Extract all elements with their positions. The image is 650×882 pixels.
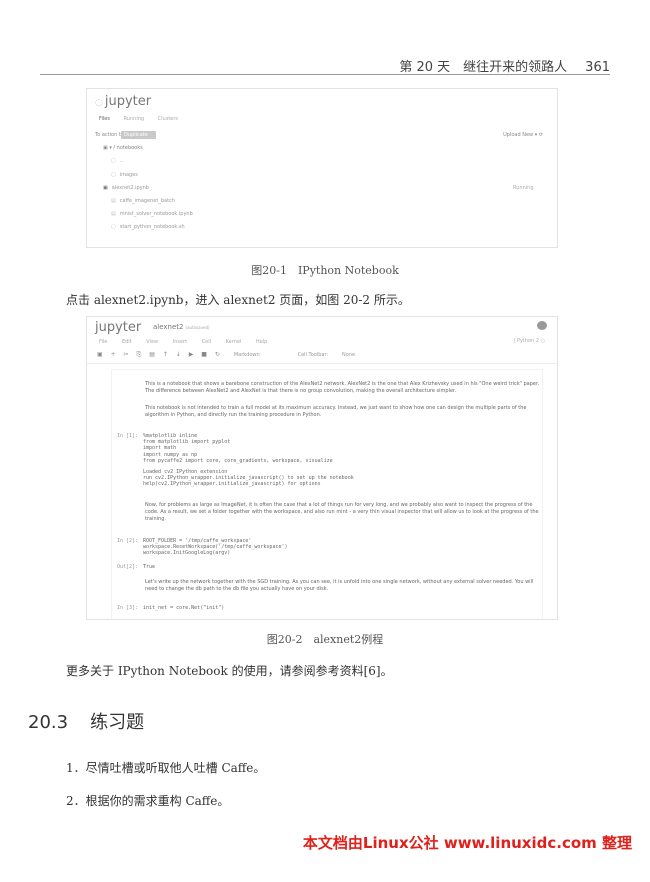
exercise-item: 1．尽情吐槽或听取他人吐槽 Caffe。 bbox=[66, 761, 266, 775]
file-name: alexnet2.ipynb bbox=[111, 185, 149, 191]
file-name: caffe_imagenet_batch bbox=[119, 198, 175, 204]
insert-cell-icon[interactable]: + bbox=[111, 351, 116, 358]
cell-prompt: In [1]: bbox=[117, 433, 139, 439]
file-icon: ▤ bbox=[111, 198, 116, 204]
cell-toolbar-select[interactable]: None bbox=[342, 352, 355, 358]
cell-output: True bbox=[143, 564, 156, 570]
tab-running[interactable]: Running bbox=[124, 116, 145, 122]
file-name: .. bbox=[119, 158, 123, 164]
menu-edit[interactable]: Edit bbox=[122, 339, 132, 345]
run-icon[interactable]: ▶ bbox=[189, 351, 194, 358]
markdown-cell[interactable]: Let's write up the network together with… bbox=[145, 579, 545, 593]
notebook-title[interactable]: alexnet2 (autosaved) bbox=[153, 323, 210, 331]
breadcrumb[interactable]: ▣ ▾ / notebooks bbox=[103, 145, 143, 151]
menu-kernel[interactable]: Kernel bbox=[226, 339, 242, 345]
figure-jupyter-notebook: jupyter alexnet2 (autosaved) File Edit Vi… bbox=[86, 316, 558, 620]
file-row[interactable]: ▤ mnist_solver_notebook.ipynb bbox=[111, 211, 193, 217]
paste-icon[interactable]: ▤ bbox=[149, 351, 155, 358]
jupyter-logo-icon: ◌ bbox=[95, 98, 103, 108]
code-cell[interactable]: %matplotlib inline from matplotlib impor… bbox=[143, 433, 333, 464]
menu-help[interactable]: Help bbox=[256, 339, 267, 345]
cell-prompt: In [2]: bbox=[117, 538, 139, 544]
watermark: 本文档由Linux公社 www.linuxidc.com 整理 bbox=[302, 834, 632, 852]
copy-icon[interactable]: ⎘ bbox=[137, 351, 142, 358]
jupyter-logo: jupyter bbox=[95, 320, 142, 335]
markdown-cell[interactable]: Now, for problems as large as ImageNet, … bbox=[145, 502, 545, 523]
tree-toolbar: To action them Duplicate Upload New ▾ ⟳ bbox=[95, 131, 549, 141]
move-up-icon[interactable]: ↑ bbox=[163, 351, 168, 358]
restart-icon[interactable]: ↻ bbox=[215, 351, 220, 358]
folder-icon: ▢ bbox=[111, 172, 116, 178]
running-status: Running bbox=[513, 185, 534, 191]
exercise-item: 2．根据你的需求重构 Caffe。 bbox=[66, 794, 230, 808]
cell-type-select[interactable]: Markdown bbox=[234, 352, 260, 358]
paragraph: 点击 alexnet2.ipynb，进入 alexnet2 页面，如图 20-2… bbox=[66, 293, 410, 307]
menu-file[interactable]: File bbox=[99, 339, 107, 345]
chapter-title: 第 20 天 继往开来的领路人 bbox=[399, 60, 568, 75]
cell-prompt: In [3]: bbox=[117, 605, 139, 611]
cell-output: Loaded cv2 IPython extension run cv2.IPy… bbox=[143, 469, 354, 488]
section-heading: 20.3 练习题 bbox=[28, 708, 144, 734]
running-header: 第 20 天 继往开来的领路人 361 bbox=[399, 56, 610, 75]
header-rule bbox=[40, 74, 610, 75]
duplicate-button[interactable]: Duplicate bbox=[121, 131, 151, 139]
figure1-caption: 图20-1 IPython Notebook bbox=[251, 264, 399, 277]
tab-clusters[interactable]: Clusters bbox=[158, 116, 178, 122]
file-row[interactable]: ▢ start_python_notebook.sh bbox=[111, 224, 185, 230]
tab-files[interactable]: Files bbox=[99, 116, 110, 122]
code-cell[interactable]: init_net = core.Net("init") bbox=[143, 605, 224, 611]
file-name: mnist_solver_notebook.ipynb bbox=[119, 211, 193, 217]
delete-icon[interactable] bbox=[149, 131, 156, 139]
jupyter-logo-text: jupyter bbox=[104, 94, 152, 109]
file-name: images bbox=[119, 172, 138, 178]
kernel-logo-icon bbox=[537, 321, 547, 330]
menu-cell[interactable]: Cell bbox=[202, 339, 211, 345]
toolbar-divider bbox=[87, 363, 557, 364]
file-row[interactable]: ▢ images bbox=[111, 172, 138, 178]
section-number: 20.3 bbox=[28, 712, 69, 733]
code-cell[interactable]: ROOT_FOLDER = '/tmp/caffe_workspace' wor… bbox=[143, 538, 288, 557]
folder-icon: ▢ bbox=[111, 158, 116, 164]
autosave-status: (autosaved) bbox=[185, 325, 210, 330]
file-icon: ▢ bbox=[111, 224, 116, 230]
file-row[interactable]: ▢.. bbox=[111, 158, 123, 164]
notebook-toolbar: ▣ + ✂ ⎘ ▤ ↑ ↓ ▶ ■ ↻ Markdown Cell Toolba… bbox=[97, 351, 361, 359]
notebook-name: alexnet2 bbox=[153, 323, 184, 331]
file-name: start_python_notebook.sh bbox=[119, 224, 185, 230]
cell-prompt: Out[2]: bbox=[117, 564, 139, 570]
kernel-indicator: | Python 2 ○ bbox=[513, 338, 545, 344]
move-down-icon[interactable]: ↓ bbox=[176, 351, 181, 358]
file-row[interactable]: ▣ alexnet2.ipynb Running bbox=[103, 185, 534, 191]
page-number: 361 bbox=[585, 60, 610, 75]
figure2-caption: 图20-2 alexnet2例程 bbox=[266, 633, 384, 646]
file-row[interactable]: ▤ caffe_imagenet_batch bbox=[111, 198, 175, 204]
markdown-cell[interactable]: This is a notebook that shows a barebone… bbox=[145, 381, 545, 395]
paragraph: 更多关于 IPython Notebook 的使用，请参阅参考资料[6]。 bbox=[66, 664, 393, 678]
markdown-cell[interactable]: This notebook is not intended to train a… bbox=[145, 405, 545, 419]
notebook-icon: ▣ bbox=[103, 185, 108, 191]
menu-insert[interactable]: Insert bbox=[173, 339, 187, 345]
file-icon: ▤ bbox=[111, 211, 116, 217]
section-title: 练习题 bbox=[90, 712, 145, 733]
figure-jupyter-tree: ◌ jupyter Files Running Clusters To actio… bbox=[86, 88, 558, 248]
menu-bar: File Edit View Insert Cell Kernel Help bbox=[99, 339, 280, 345]
cut-icon[interactable]: ✂ bbox=[124, 351, 129, 358]
save-icon[interactable]: ▣ bbox=[97, 351, 103, 358]
tree-tabs: Files Running Clusters bbox=[99, 116, 190, 122]
menu-view[interactable]: View bbox=[146, 339, 158, 345]
stop-icon[interactable]: ■ bbox=[201, 351, 207, 358]
cell-toolbar-label: Cell Toolbar: bbox=[297, 352, 329, 358]
upload-new-controls[interactable]: Upload New ▾ ⟳ bbox=[503, 132, 543, 138]
jupyter-logo: ◌ jupyter bbox=[95, 94, 151, 109]
